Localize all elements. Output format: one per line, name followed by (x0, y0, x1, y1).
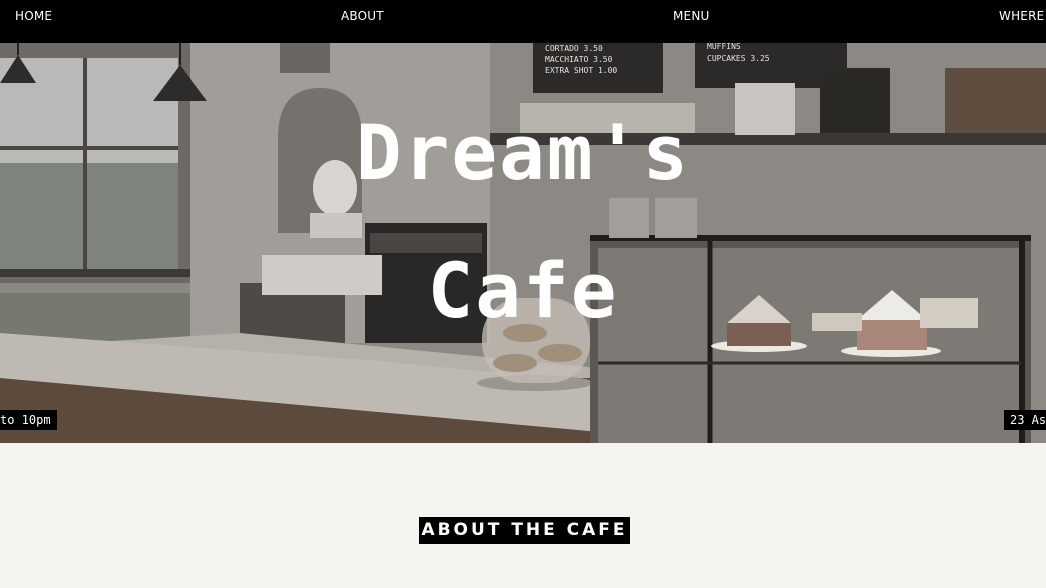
address-ticker: 23 As (1004, 410, 1046, 430)
hero-section: CORTADO 3.50 MACCHIATO 3.50 EXTRA SHOT 1… (0, 43, 1046, 443)
menu-board-left-line1: CORTADO 3.50 (545, 44, 603, 53)
nav-home-link[interactable]: HOME (15, 9, 52, 23)
menu-board-right-line1: MUFFINS (707, 43, 741, 51)
hero-title-line2: Cafe (427, 246, 619, 335)
menu-board-left-line2: MACCHIATO 3.50 (545, 55, 613, 64)
menu-board-left-line3: EXTRA SHOT 1.00 (545, 66, 617, 75)
nav-where-link[interactable]: WHERE (999, 9, 1044, 23)
about-section-heading: ABOUT THE CAFE (419, 517, 630, 544)
nav-about-link[interactable]: ABOUT (341, 9, 384, 23)
nav-menu-link[interactable]: MENU (673, 9, 710, 23)
cafe-interior-photo: CORTADO 3.50 MACCHIATO 3.50 EXTRA SHOT 1… (0, 43, 1046, 443)
hours-ticker: to 10pm (0, 410, 57, 430)
menu-board-right-line2: CUPCAKES 3.25 (707, 54, 770, 63)
top-navigation: HOME ABOUT MENU WHERE (0, 0, 1046, 43)
hero-title-line1: Dream's (355, 108, 691, 197)
